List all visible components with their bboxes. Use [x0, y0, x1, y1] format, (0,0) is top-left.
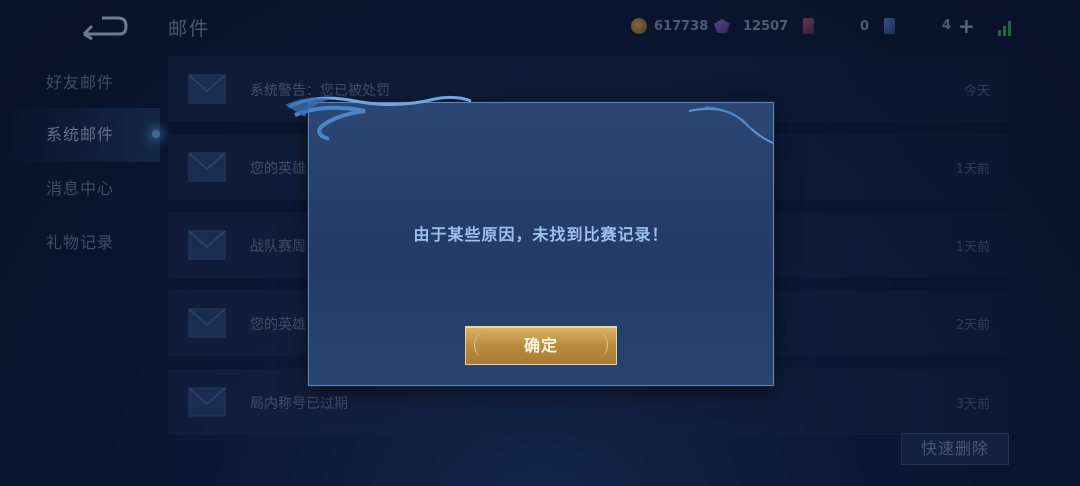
- alert-dialog: 由于某些原因，未找到比赛记录！ 确定: [285, 95, 774, 386]
- corner-swirl-decoration-icon: [688, 106, 774, 144]
- dialog-message: 由于某些原因，未找到比赛记录！: [413, 225, 669, 244]
- cloud-swirl-decoration-icon: [285, 95, 472, 141]
- confirm-button[interactable]: 确定: [465, 326, 617, 365]
